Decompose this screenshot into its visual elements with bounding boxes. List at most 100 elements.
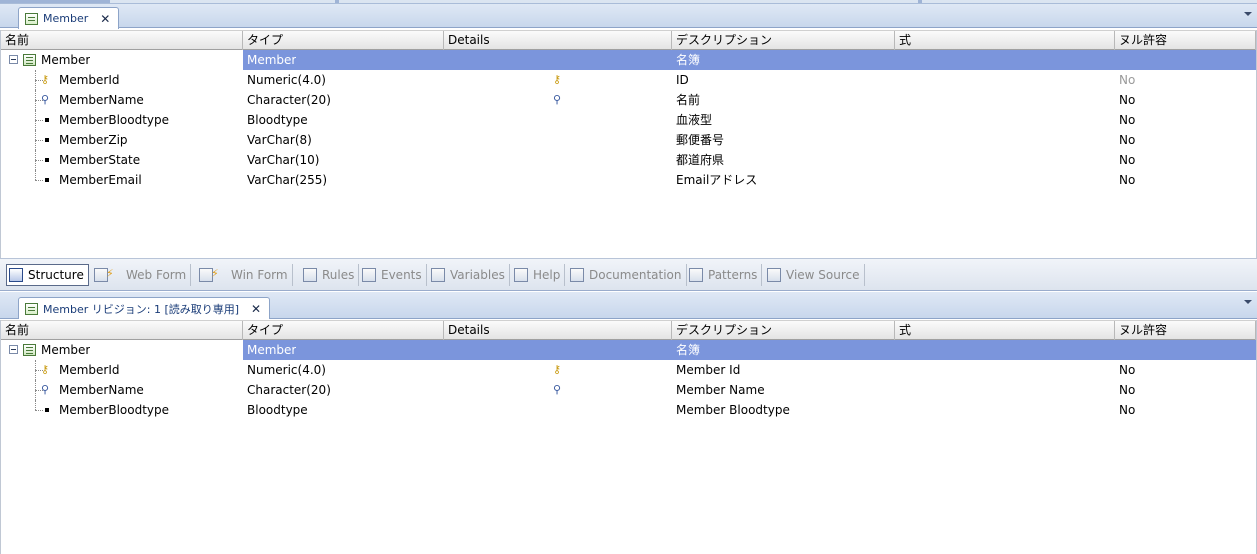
- attribute-row[interactable]: MemberZip VarChar(8) 郵便番号 No: [1, 130, 1256, 150]
- attribute-row[interactable]: MemberState VarChar(10) 都道府県 No: [1, 150, 1256, 170]
- documentation-icon: [570, 268, 584, 282]
- tab-member-revision[interactable]: Member リビジョン: 1 [読み取り専用] ✕: [18, 297, 271, 319]
- attribute-row[interactable]: ⚲ ⚲ MemberName Character(20) Member Name No: [1, 380, 1256, 400]
- attribute-row[interactable]: MemberBloodtype Bloodtype Member Bloodtype…: [1, 400, 1256, 420]
- attribute-nullable: No: [1119, 383, 1136, 397]
- tab-win-form[interactable]: Win Form: [199, 264, 293, 286]
- tree-line: [35, 410, 43, 411]
- column-header[interactable]: ヌル許容: [1115, 321, 1256, 340]
- collapse-icon[interactable]: [9, 55, 18, 64]
- collapse-icon[interactable]: [9, 345, 18, 354]
- root-name: Member: [41, 343, 91, 357]
- attribute-bullet-icon: [45, 408, 49, 412]
- tab-events[interactable]: Events: [362, 264, 427, 286]
- revision-grid: 名前 タイプ Details デスクリプション式ヌル許容 Member Member 名簿 ⚷…: [0, 320, 1257, 554]
- attribute-description: 郵便番号: [676, 133, 725, 147]
- editor-toolbar: Structure Web Form Win Form Rules Events Vari…: [0, 258, 1257, 291]
- column-header[interactable]: 式: [895, 321, 1115, 340]
- attribute-nullable: No: [1119, 113, 1136, 127]
- attribute-name: MemberBloodtype: [59, 113, 170, 127]
- tab-variables[interactable]: Variables: [431, 264, 510, 286]
- chevron-down-icon[interactable]: [1244, 300, 1252, 304]
- attribute-bullet-icon: [45, 178, 49, 182]
- attribute-type: VarChar(10): [247, 153, 320, 167]
- attribute-name: MemberName: [59, 93, 144, 107]
- column-header[interactable]: Details: [444, 321, 672, 340]
- attribute-name: MemberId: [59, 73, 120, 87]
- tab-help[interactable]: Help: [514, 264, 566, 286]
- structure-icon: [9, 268, 23, 282]
- column-header[interactable]: 式: [895, 31, 1115, 50]
- attribute-description: Member Id: [676, 363, 741, 377]
- attribute-nullable: No: [1119, 153, 1136, 167]
- column-header[interactable]: Details: [444, 31, 672, 50]
- tab-member[interactable]: Member ✕: [18, 7, 120, 29]
- attribute-type: Character(20): [247, 93, 331, 107]
- attribute-row[interactable]: MemberEmail VarChar(255) Emailアドレス No: [1, 170, 1256, 190]
- column-header[interactable]: タイプ: [243, 321, 444, 340]
- attribute-description: ID: [676, 73, 689, 87]
- grid-header: 名前 タイプ Details デスクリプション式ヌル許容: [1, 30, 1256, 50]
- attribute-row[interactable]: ⚷ ⚷ MemberId Numeric(4.0) ID No: [1, 70, 1256, 90]
- tree-line: [35, 140, 43, 141]
- attribute-type: Bloodtype: [247, 403, 308, 417]
- close-icon[interactable]: ✕: [251, 302, 261, 316]
- tree-line: [35, 170, 36, 180]
- attribute-bullet-icon: [45, 118, 49, 122]
- table-icon: [25, 302, 38, 315]
- attribute-name: MemberZip: [59, 133, 128, 147]
- toolbar-label: Events: [381, 268, 422, 282]
- tab-web-form[interactable]: Web Form: [94, 264, 192, 286]
- web-form-icon: [94, 267, 114, 282]
- attribute-nullable: No: [1119, 73, 1136, 87]
- tab-structure[interactable]: Structure: [6, 264, 89, 286]
- selection-highlight: [243, 340, 1256, 360]
- tree-line: [35, 180, 43, 181]
- attribute-type: Numeric(4.0): [247, 363, 326, 377]
- attribute-bullet-icon: [45, 138, 49, 142]
- toolbar-label: Variables: [450, 268, 505, 282]
- column-header[interactable]: デスクリプション: [672, 31, 895, 50]
- attribute-type: Numeric(4.0): [247, 73, 326, 87]
- column-header[interactable]: デスクリプション: [672, 321, 895, 340]
- attribute-description: 都道府県: [676, 153, 725, 167]
- toolbar-label: View Source: [786, 268, 860, 282]
- attribute-description: Emailアドレス: [676, 173, 758, 187]
- attribute-name: MemberState: [59, 153, 141, 167]
- attribute-row[interactable]: ⚲ ⚲ MemberName Character(20) 名前 No: [1, 90, 1256, 110]
- attribute-type: VarChar(255): [247, 173, 328, 187]
- attribute-type: VarChar(8): [247, 133, 312, 147]
- column-header[interactable]: ヌル許容: [1115, 31, 1256, 50]
- tree-root-row[interactable]: Member Member 名簿: [1, 340, 1256, 360]
- grid-header: 名前 タイプ Details デスクリプション式ヌル許容: [1, 320, 1256, 340]
- structure-grid: 名前 タイプ Details デスクリプション式ヌル許容 Member Member 名簿 ⚷…: [0, 30, 1257, 258]
- attribute-description: 血液型: [676, 113, 713, 127]
- tab-view-source[interactable]: View Source: [767, 264, 865, 286]
- attribute-nullable: No: [1119, 363, 1136, 377]
- attribute-row[interactable]: MemberBloodtype Bloodtype 血液型 No: [1, 110, 1256, 130]
- column-header[interactable]: タイプ: [243, 31, 444, 50]
- tab-title: Member リビジョン: 1 [読み取り専用]: [43, 302, 240, 316]
- root-description: 名簿: [676, 53, 701, 67]
- chevron-down-icon[interactable]: [1244, 12, 1252, 16]
- tree-line: [35, 120, 43, 121]
- selection-highlight: [243, 50, 1256, 70]
- tab-title: Member: [43, 12, 89, 25]
- help-icon: [514, 268, 528, 282]
- column-header[interactable]: 名前: [1, 31, 243, 50]
- attribute-nullable: No: [1119, 403, 1136, 417]
- close-icon[interactable]: ✕: [100, 12, 110, 26]
- tab-rules[interactable]: Rules: [303, 264, 360, 286]
- attribute-nullable: No: [1119, 133, 1136, 147]
- tree-root-row[interactable]: Member Member 名簿: [1, 50, 1256, 70]
- column-header[interactable]: 名前: [1, 321, 243, 340]
- table-icon: [23, 344, 36, 356]
- bottom-tab-bar: Member リビジョン: 1 [読み取り専用] ✕: [0, 292, 1257, 319]
- key-icon: ⚷: [553, 73, 562, 86]
- attribute-row[interactable]: ⚷ ⚷ MemberId Numeric(4.0) Member Id No: [1, 360, 1256, 380]
- toolbar-label: Documentation: [589, 268, 682, 282]
- tab-documentation[interactable]: Documentation: [570, 264, 687, 286]
- tab-patterns[interactable]: Patterns: [689, 264, 763, 286]
- key-icon: ⚷: [41, 73, 50, 86]
- toolbar-label: Help: [533, 268, 561, 282]
